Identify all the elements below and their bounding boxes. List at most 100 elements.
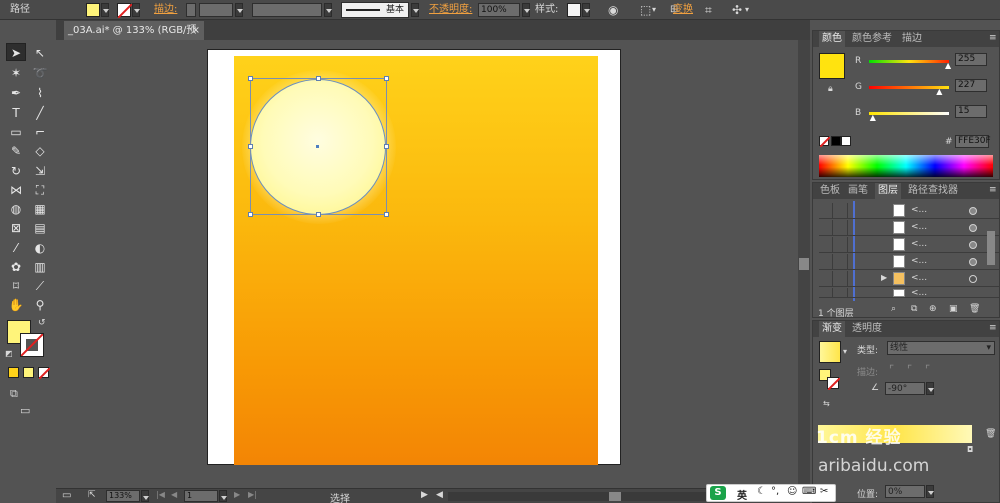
profile-dropdown[interactable]	[324, 3, 332, 17]
visibility-toggle[interactable]	[819, 254, 833, 270]
layer-row[interactable]: <...	[819, 203, 999, 219]
variable-width-profile[interactable]	[252, 3, 322, 17]
tab-swatches[interactable]: 色板	[817, 183, 843, 199]
r-slider[interactable]	[869, 60, 949, 63]
curvature-tool-icon[interactable]: ⌇	[30, 84, 50, 102]
white-color-button[interactable]	[841, 136, 851, 146]
ime-moon-icon[interactable]: ☾	[757, 486, 766, 497]
new-sublayer-icon[interactable]: ⊕	[929, 304, 937, 314]
color-mode-icon[interactable]	[8, 367, 19, 378]
align-dropdown-icon[interactable]: ▾	[652, 3, 656, 17]
stroke-weight-stepper[interactable]	[186, 3, 196, 17]
recolor-icon[interactable]: ◉	[608, 3, 618, 17]
ime-keyboard-icon[interactable]: ⌨	[802, 486, 816, 497]
stroke-dropdown[interactable]	[132, 3, 140, 17]
new-layer-icon[interactable]: ▣	[949, 304, 958, 314]
none-color-button[interactable]	[819, 136, 831, 148]
stroke-swatch[interactable]	[117, 3, 133, 19]
artboard-dropdown[interactable]	[219, 490, 227, 502]
layer-row[interactable]: ▶ <...	[819, 271, 999, 287]
zoom-field[interactable]: 133%	[106, 490, 140, 502]
locate-object-icon[interactable]: ⌕	[891, 304, 896, 314]
direct-selection-tool-icon[interactable]: ↖	[30, 44, 50, 62]
location-dropdown[interactable]	[926, 485, 934, 498]
target-icon[interactable]	[969, 275, 977, 283]
gradient-type-select[interactable]: 线性 ▾	[887, 341, 995, 355]
free-transform-tool-icon[interactable]: ⛶	[30, 181, 50, 199]
artboard-tool-icon[interactable]: ⌑	[6, 277, 26, 295]
width-tool-icon[interactable]: ⋈	[6, 181, 26, 199]
zoom-dropdown[interactable]	[141, 490, 149, 502]
lock-toggle[interactable]	[834, 220, 848, 236]
panel-menu-icon[interactable]: ✣	[732, 3, 742, 17]
artboard-nav-icon[interactable]: ▭	[62, 490, 71, 501]
align-icon[interactable]: ⬚	[640, 3, 651, 17]
vertical-scroll-thumb[interactable]	[799, 258, 809, 270]
pencil-tool-icon[interactable]: ✎	[6, 142, 26, 160]
tab-color[interactable]: 颜色	[819, 31, 845, 47]
ime-logo-icon[interactable]: S	[710, 486, 726, 500]
gradient-preview-swatch[interactable]	[819, 341, 841, 363]
brush-dropdown[interactable]	[411, 3, 419, 17]
lock-toggle[interactable]	[834, 271, 848, 287]
tab-pathfinder[interactable]: 路径查找器	[905, 183, 961, 199]
ime-language-label[interactable]: 英	[737, 487, 747, 502]
angle-field[interactable]: -90°	[885, 382, 925, 395]
zoom-tool-icon[interactable]: ⚲	[30, 296, 50, 314]
scroll-left-icon[interactable]: ◀	[436, 490, 443, 500]
default-colors-icon[interactable]: ◩	[5, 349, 13, 358]
color-spectrum[interactable]	[819, 155, 993, 177]
screen-mode-icon[interactable]: ▭	[20, 404, 30, 417]
brush-definition-field[interactable]: 基本	[341, 2, 409, 18]
handle-bottom-left[interactable]	[248, 212, 253, 217]
lasso-tool-icon[interactable]: ➰	[30, 64, 50, 82]
angle-dropdown[interactable]	[926, 382, 934, 395]
stroke-label-link[interactable]: 描边:	[154, 3, 177, 17]
gradient-preset-dropdown-icon[interactable]: ▾	[843, 347, 847, 356]
graphic-style-swatch[interactable]	[567, 3, 581, 17]
b-value-field[interactable]: 15	[955, 105, 987, 118]
last-artboard-icon[interactable]: ▶|	[248, 490, 257, 499]
mesh-tool-icon[interactable]: ⊠	[6, 219, 26, 237]
handle-top-right[interactable]	[384, 76, 389, 81]
pen-tool-icon[interactable]: ✒	[6, 84, 26, 102]
tab-color-guide[interactable]: 颜色参考	[849, 31, 895, 47]
black-color-button[interactable]	[831, 136, 841, 146]
apply-gradient-along-stroke-icon[interactable]: ⌜	[907, 363, 912, 376]
handle-bottom-right[interactable]	[384, 212, 389, 217]
delete-stop-icon[interactable]: 🗑︎	[985, 429, 996, 439]
layer-name[interactable]: <...	[911, 239, 927, 249]
gradient-tool-icon[interactable]: ▤	[30, 219, 50, 237]
artboard-number-field[interactable]: 1	[184, 490, 218, 502]
lock-toggle[interactable]	[834, 203, 848, 219]
reverse-gradient-icon[interactable]: ⇆	[823, 399, 830, 408]
tab-transparency[interactable]: 透明度	[849, 321, 885, 337]
opacity-dropdown[interactable]	[522, 3, 530, 17]
visibility-toggle[interactable]	[819, 288, 833, 298]
handle-middle-right[interactable]	[384, 144, 389, 149]
eyedropper-tool-icon[interactable]: ⁄	[6, 239, 26, 257]
stroke-weight-dropdown[interactable]	[235, 3, 243, 17]
tab-stroke[interactable]: 描边	[899, 31, 925, 47]
apply-gradient-within-stroke-icon[interactable]: ⌜	[889, 363, 894, 376]
hex-value-field[interactable]: FFE30F	[955, 135, 991, 148]
style-dropdown[interactable]	[582, 3, 590, 17]
graph-tool-icon[interactable]: ▥	[30, 258, 50, 276]
visibility-toggle[interactable]	[819, 220, 833, 236]
panel-menu-icon[interactable]: ≡	[989, 185, 997, 195]
panel-menu-icon[interactable]: ≡	[989, 33, 997, 43]
location-field[interactable]: 0%	[885, 485, 925, 498]
layer-row[interactable]: <...	[819, 220, 999, 236]
panel-menu-icon[interactable]: ≡	[989, 323, 997, 333]
none-mode-icon[interactable]	[38, 367, 51, 380]
visibility-toggle[interactable]	[819, 203, 833, 219]
ime-punct-icon[interactable]: °,	[771, 486, 779, 497]
expand-arrow-icon[interactable]: ▶	[881, 273, 887, 282]
type-tool-icon[interactable]: T	[6, 104, 26, 122]
perspective-grid-tool-icon[interactable]: ▦	[30, 200, 50, 218]
b-slider-thumb[interactable]: ▲	[870, 113, 876, 122]
opacity-field[interactable]: 100%	[478, 3, 520, 17]
handle-bottom-center[interactable]	[316, 212, 321, 217]
visibility-toggle[interactable]	[819, 237, 833, 253]
target-icon[interactable]	[969, 258, 977, 266]
